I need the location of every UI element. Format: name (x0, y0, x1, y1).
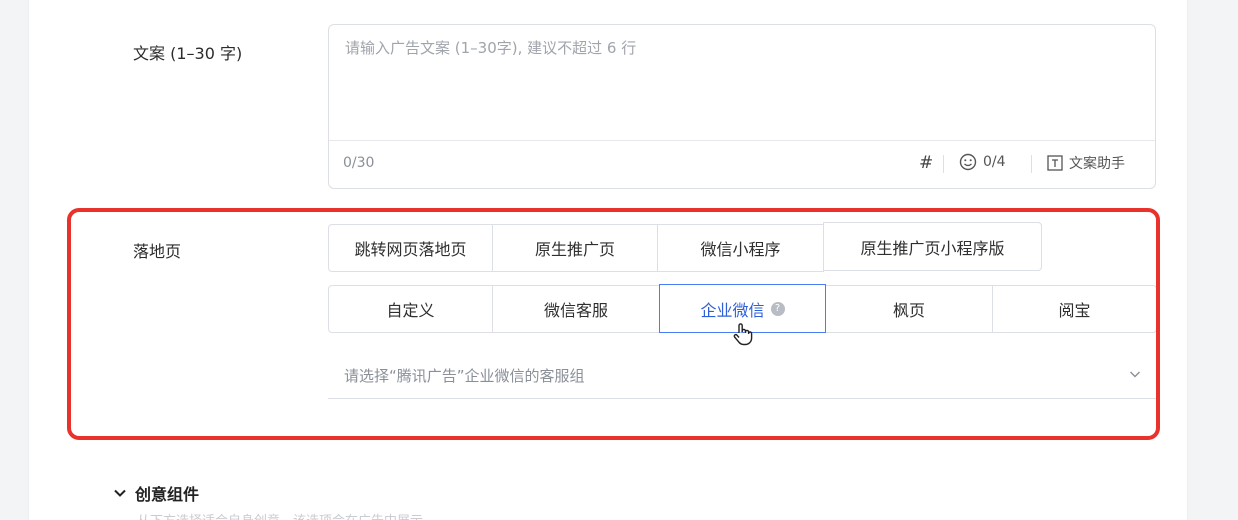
copy-textarea-box: 0/30 # 0/4 文案助手 (328, 24, 1156, 189)
text-box-icon (1047, 155, 1063, 171)
landing-option-native-miniprogram[interactable]: 原生推广页小程序版 (823, 222, 1042, 271)
landing-label: 落地页 (133, 242, 182, 261)
emoji-icon (959, 153, 977, 171)
chevron-down-icon (114, 489, 126, 497)
landing-option-miniprogram[interactable]: 微信小程序 (657, 224, 824, 272)
landing-option-custom[interactable]: 自定义 (328, 285, 493, 333)
landing-option-native[interactable]: 原生推广页 (492, 224, 658, 272)
creative-components-toggle[interactable]: 创意组件 (113, 481, 199, 505)
form-panel: 文案 (1–30 字) 0/30 # 0/4 (28, 0, 1188, 520)
section-title: 创意组件 (135, 485, 200, 504)
copy-textarea[interactable] (329, 25, 1155, 141)
landing-option-fengye[interactable]: 枫页 (825, 285, 993, 333)
help-icon[interactable]: ? (770, 301, 785, 316)
select-placeholder: 请选择“腾讯广告”企业微信的客服组 (344, 367, 585, 385)
wecom-group-select[interactable]: 请选择“腾讯广告”企业微信的客服组 (328, 353, 1156, 399)
copy-assistant-label: 文案助手 (1069, 156, 1125, 172)
emoji-count: 0/4 (983, 154, 1006, 170)
landing-option-yuebao[interactable]: 阅宝 (992, 285, 1157, 333)
section-description: 从下方选择适合自身创意，该选项会在广告中展示 (137, 510, 423, 520)
landing-option-web[interactable]: 跳转网页落地页 (328, 224, 493, 272)
copy-char-count: 0/30 (343, 155, 375, 171)
hand-cursor-icon (733, 323, 753, 346)
footer-divider (1031, 155, 1032, 173)
copy-footer: 0/30 # 0/4 文案助手 (329, 140, 1155, 188)
hashtag-button[interactable]: # (919, 153, 933, 173)
footer-divider (943, 155, 944, 173)
chevron-down-icon (1130, 371, 1140, 378)
landing-option-wechat-service[interactable]: 微信客服 (492, 285, 660, 333)
emoji-button[interactable]: 0/4 (959, 153, 1006, 171)
copy-assistant-button[interactable]: 文案助手 (1047, 153, 1125, 173)
copy-label: 文案 (1–30 字) (133, 44, 243, 63)
hashtag-icon: # (919, 153, 934, 173)
wecom-label: 企业微信 (700, 300, 765, 320)
